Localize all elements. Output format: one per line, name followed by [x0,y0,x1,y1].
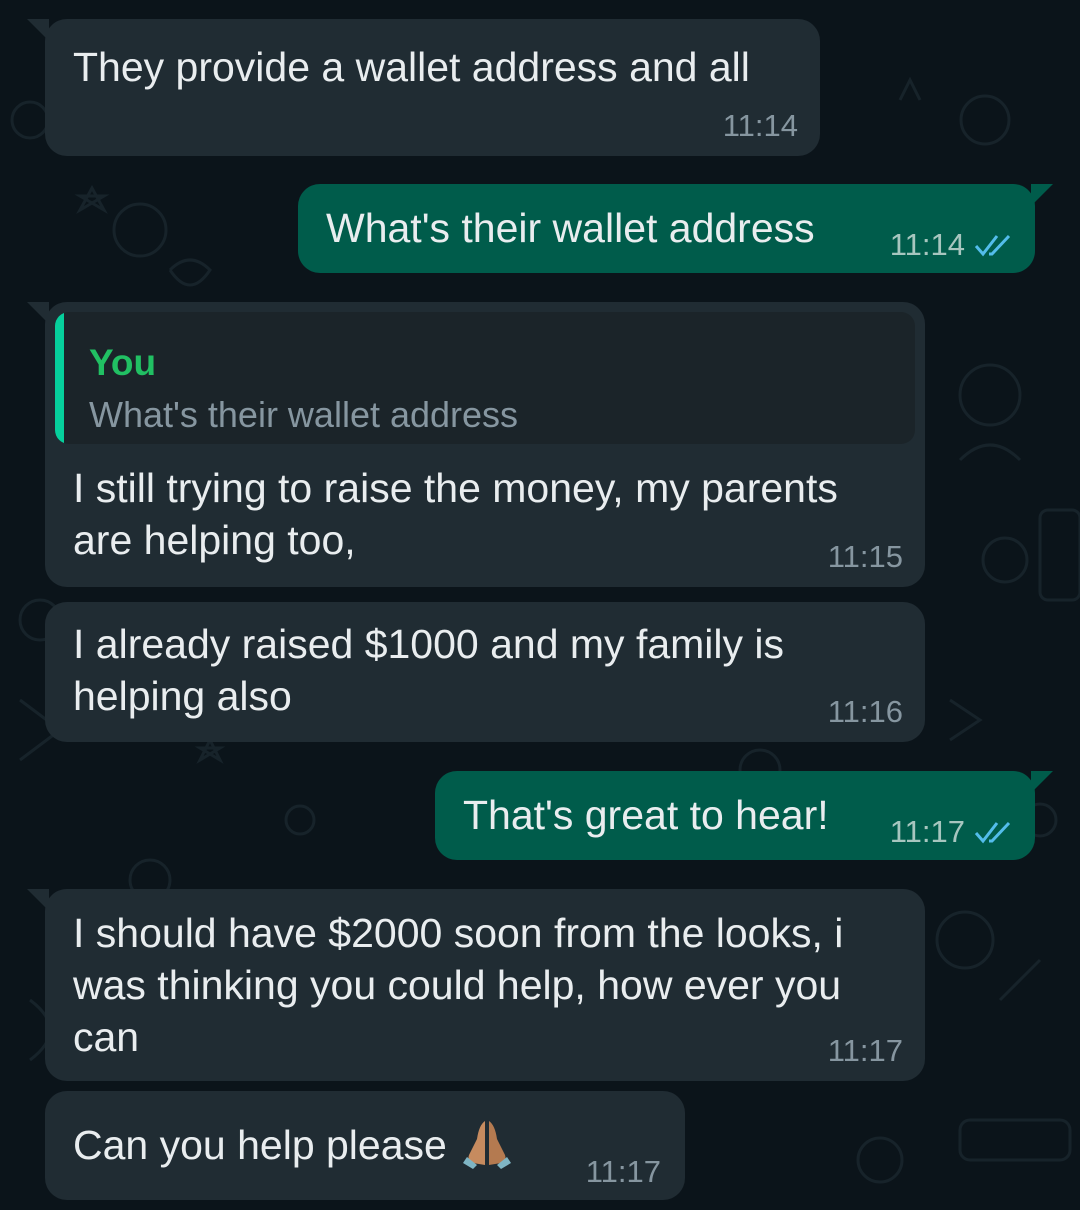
read-receipt-icon [974,821,1011,844]
message-outgoing[interactable]: What's their wallet address 11:14 [298,184,1053,273]
message-meta: 11:17 [828,1033,903,1069]
read-receipt-icon [974,234,1011,257]
quote-author: You [89,342,157,383]
message-outgoing[interactable]: That's great to hear! 11:17 [435,771,1053,860]
message-incoming[interactable]: Can you help please 11:17 [45,1091,685,1200]
message-text: I already raised $1000 and my family is … [73,621,785,719]
message-meta: 11:17 [890,814,1013,850]
message-text: I still trying to raise the money, my pa… [73,465,838,563]
message-incoming[interactable]: They provide a wallet address and all 11… [27,19,820,156]
message-text: What's their wallet address [326,205,815,251]
quoted-message[interactable]: You What's their wallet address [55,312,915,444]
message-text: Can you help please [73,1117,513,1171]
message-meta: 11:14 [723,108,798,144]
message-time: 11:16 [827,694,903,729]
message-meta: 11:14 [890,227,1013,263]
quote-text: What's their wallet address [89,394,519,435]
quote-accent-bar [55,312,64,444]
folded-hands-emoji-icon [462,1121,511,1169]
message-incoming[interactable]: I should have $2000 soon from the looks,… [27,889,925,1081]
message-text: They provide a wallet address and all [73,44,750,90]
message-time: 11:14 [722,108,798,143]
message-time: 11:17 [585,1154,661,1189]
message-time: 11:14 [889,227,965,262]
message-incoming-reply[interactable]: You What's their wallet address I still … [27,302,925,587]
chat-view[interactable]: They provide a wallet address and all 11… [0,0,1080,1210]
message-time: 11:17 [827,1033,903,1068]
message-time: 11:15 [827,539,903,574]
message-text-content: Can you help please [73,1122,447,1168]
message-time: 11:17 [889,814,965,849]
message-meta: 11:17 [586,1154,661,1190]
message-text: That's great to hear! [463,792,829,838]
message-text: I should have $2000 soon from the looks,… [73,910,844,1060]
message-incoming[interactable]: I already raised $1000 and my family is … [45,602,925,742]
message-meta: 11:15 [828,539,903,575]
message-meta: 11:16 [828,694,903,730]
